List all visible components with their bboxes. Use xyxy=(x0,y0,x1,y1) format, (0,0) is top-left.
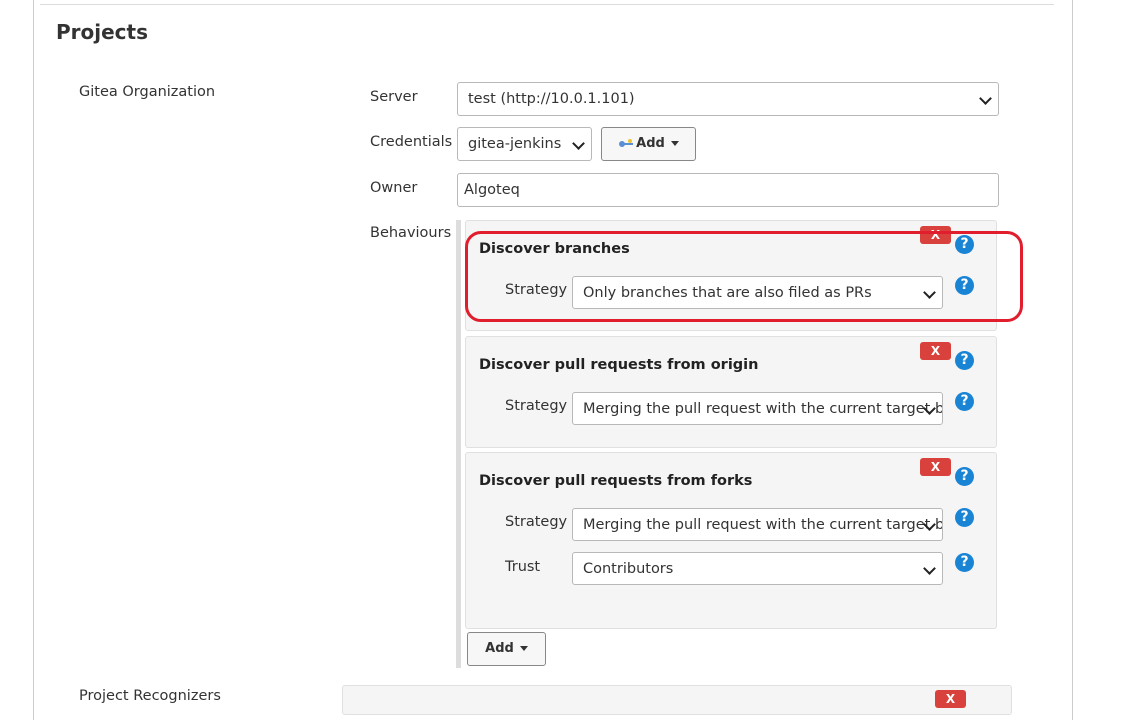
delete-behaviour-button[interactable]: X xyxy=(920,458,951,476)
credentials-select[interactable]: gitea-jenkins xyxy=(457,127,592,161)
owner-label: Owner xyxy=(370,180,418,196)
help-icon[interactable]: ? xyxy=(955,553,974,572)
add-behaviour-label: Add xyxy=(485,641,514,656)
delete-recognizer-button[interactable]: X xyxy=(935,690,966,708)
server-select[interactable]: test (http://10.0.1.101) xyxy=(457,82,999,116)
top-divider xyxy=(40,4,1054,5)
credentials-add-button[interactable]: Add xyxy=(601,127,696,161)
help-icon[interactable]: ? xyxy=(955,392,974,411)
add-behaviour-button[interactable]: Add xyxy=(467,632,546,666)
behaviours-bar xyxy=(456,220,461,668)
server-label: Server xyxy=(370,89,418,105)
trust-label: Trust xyxy=(505,559,541,575)
behaviour-title: Discover pull requests from origin xyxy=(479,357,759,373)
caret-down-icon xyxy=(670,141,679,146)
owner-input[interactable]: Algoteq xyxy=(457,173,999,207)
section-title: Projects xyxy=(56,20,149,44)
scm-type-label: Gitea Organization xyxy=(79,84,216,100)
project-recognizers-card xyxy=(342,685,1012,715)
key-icon xyxy=(619,138,634,147)
strategy-label: Strategy xyxy=(505,514,568,530)
highlight-annotation xyxy=(465,231,1023,322)
strategy-select[interactable]: Merging the pull request with the curren… xyxy=(572,508,943,541)
chevron-down-icon xyxy=(979,92,992,105)
credentials-add-label: Add xyxy=(636,136,665,151)
help-icon[interactable]: ? xyxy=(955,508,974,527)
credentials-label: Credentials xyxy=(370,134,453,150)
strategy-select[interactable]: Merging the pull request with the curren… xyxy=(572,392,943,425)
behaviours-label: Behaviours xyxy=(370,225,452,241)
caret-down-icon xyxy=(519,646,528,651)
strategy-value: Merging the pull request with the curren… xyxy=(583,517,943,533)
help-icon[interactable]: ? xyxy=(955,467,974,486)
chevron-down-icon xyxy=(923,562,936,575)
server-value: test (http://10.0.1.101) xyxy=(468,91,635,107)
chevron-down-icon xyxy=(572,137,585,150)
help-icon[interactable]: ? xyxy=(955,351,974,370)
trust-value: Contributors xyxy=(583,561,674,577)
owner-value: Algoteq xyxy=(464,182,520,198)
credentials-value: gitea-jenkins xyxy=(468,136,562,152)
strategy-label: Strategy xyxy=(505,398,568,414)
project-recognizers-label: Project Recognizers xyxy=(79,688,221,704)
behaviour-title: Discover pull requests from forks xyxy=(479,473,753,489)
delete-behaviour-button[interactable]: X xyxy=(920,342,951,360)
trust-select[interactable]: Contributors xyxy=(572,552,943,585)
strategy-value: Merging the pull request with the curren… xyxy=(583,401,943,417)
